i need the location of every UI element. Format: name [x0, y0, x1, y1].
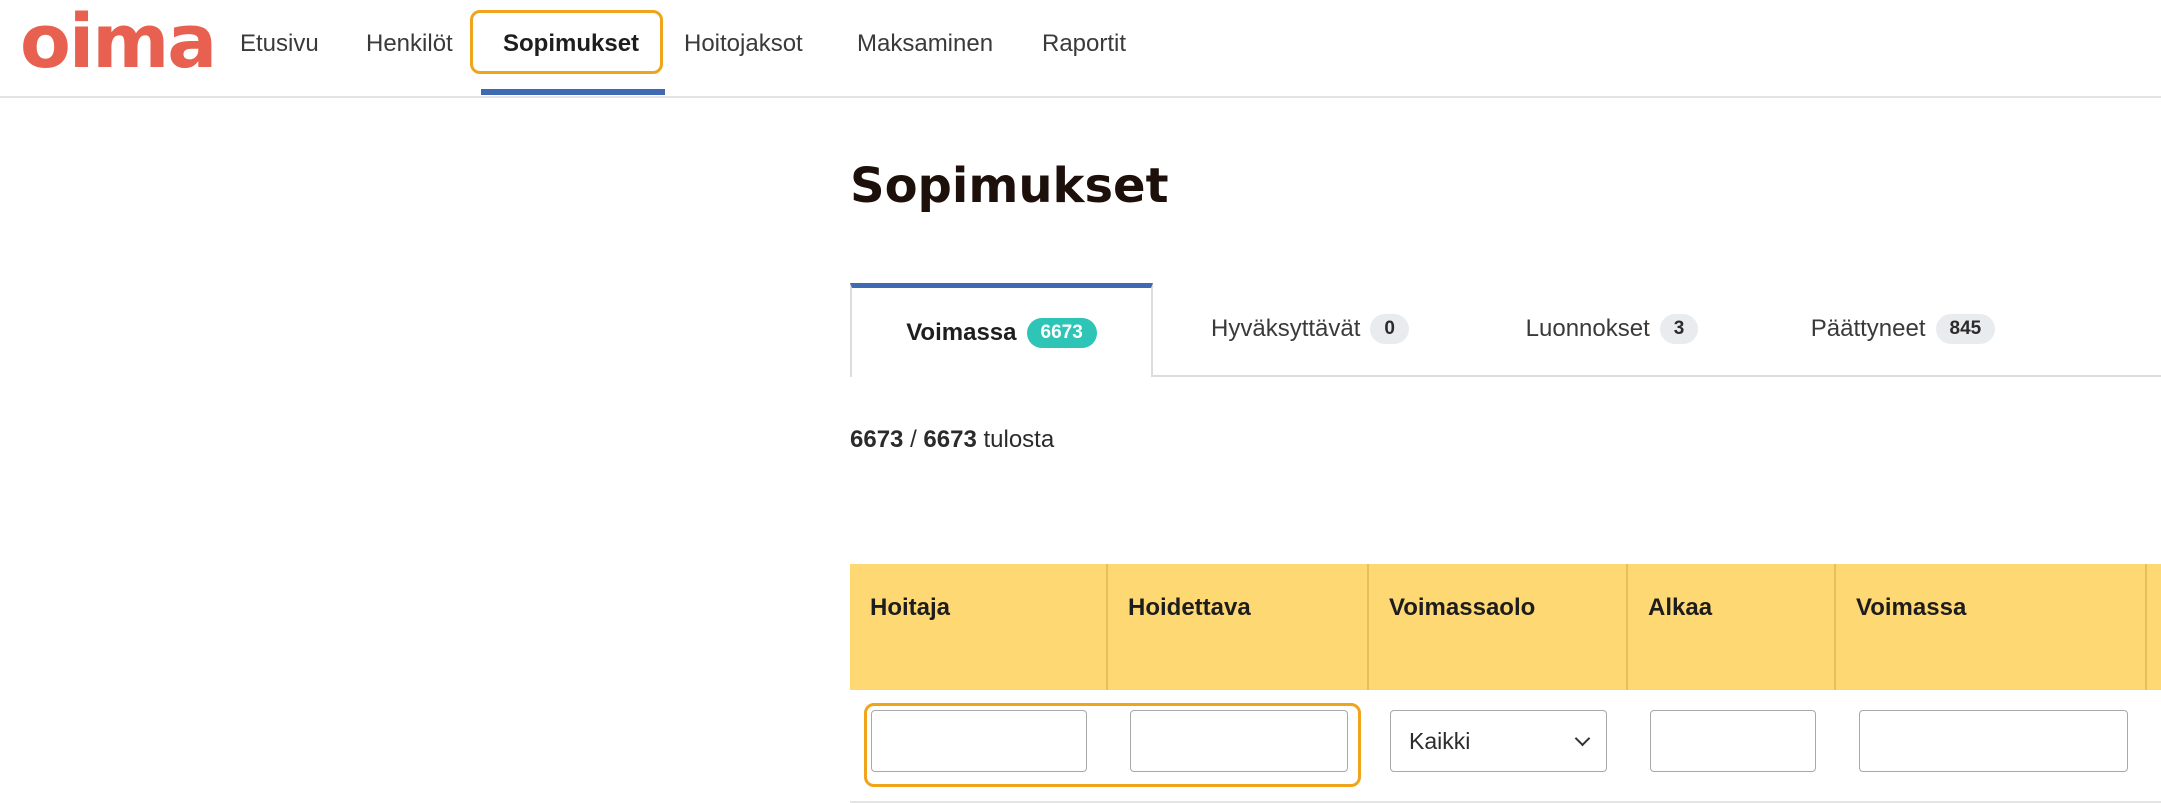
tab-label: Hyväksyttävät: [1211, 315, 1361, 342]
chevron-down-icon: [1574, 730, 1591, 747]
nav-item-maksaminen[interactable]: Maksaminen: [857, 0, 993, 96]
oima-logo[interactable]: oima: [20, 0, 217, 90]
nav-focus-highlight: [470, 10, 663, 74]
results-suffix: tulosta: [983, 426, 1055, 453]
column-header-hoitaja[interactable]: Hoitaja: [850, 564, 1108, 690]
nav-item-hoitojaksot[interactable]: Hoitojaksot: [684, 0, 803, 96]
count-badge: 3: [1659, 314, 1699, 344]
column-header-alkaa[interactable]: Alkaa: [1628, 564, 1836, 690]
tab-voimassa[interactable]: Voimassa 6673: [850, 283, 1153, 377]
page-title: Sopimukset: [850, 158, 1169, 214]
count-badge: 0: [1370, 314, 1409, 344]
top-navigation-bar: oima Etusivu Henkilöt Sopimukset Hoitoja…: [0, 0, 2161, 98]
voimassa-filter-input[interactable]: [1859, 710, 2128, 772]
results-separator: /: [910, 426, 917, 453]
filter-focus-highlight: [864, 703, 1361, 787]
column-header-voimassaolo[interactable]: Voimassaolo: [1369, 564, 1628, 690]
tab-label: Päättyneet: [1810, 315, 1926, 342]
count-badge: 6673: [1026, 317, 1097, 348]
results-shown: 6673: [850, 426, 904, 453]
alkaa-filter-input[interactable]: [1650, 710, 1816, 772]
voimassaolo-filter-select[interactable]: Kaikki: [1390, 710, 1607, 772]
result-count: 6673 / 6673 tulosta: [850, 426, 1054, 454]
tab-luonnokset[interactable]: Luonnokset 3: [1494, 283, 1730, 375]
tab-label: Luonnokset: [1525, 315, 1650, 342]
nav-item-raportit[interactable]: Raportit: [1042, 0, 1126, 96]
nav-item-henkilot[interactable]: Henkilöt: [366, 0, 453, 96]
select-value: Kaikki: [1409, 727, 1471, 754]
results-total: 6673: [923, 426, 977, 453]
count-badge: 845: [1935, 314, 1996, 344]
nav-item-etusivu[interactable]: Etusivu: [240, 0, 319, 96]
column-header-voimassa[interactable]: Voimassa: [1836, 564, 2147, 690]
tab-paattyneet[interactable]: Päättyneet 845: [1778, 283, 2028, 375]
active-nav-indicator: [481, 89, 665, 95]
tab-hyvaksyttavat[interactable]: Hyväksyttävät 0: [1180, 283, 1440, 375]
column-header-hoidettava[interactable]: Hoidettava: [1108, 564, 1369, 690]
table-header: Hoitaja Hoidettava Voimassaolo Alkaa Voi…: [850, 564, 2161, 690]
tab-label: Voimassa: [906, 318, 1017, 346]
